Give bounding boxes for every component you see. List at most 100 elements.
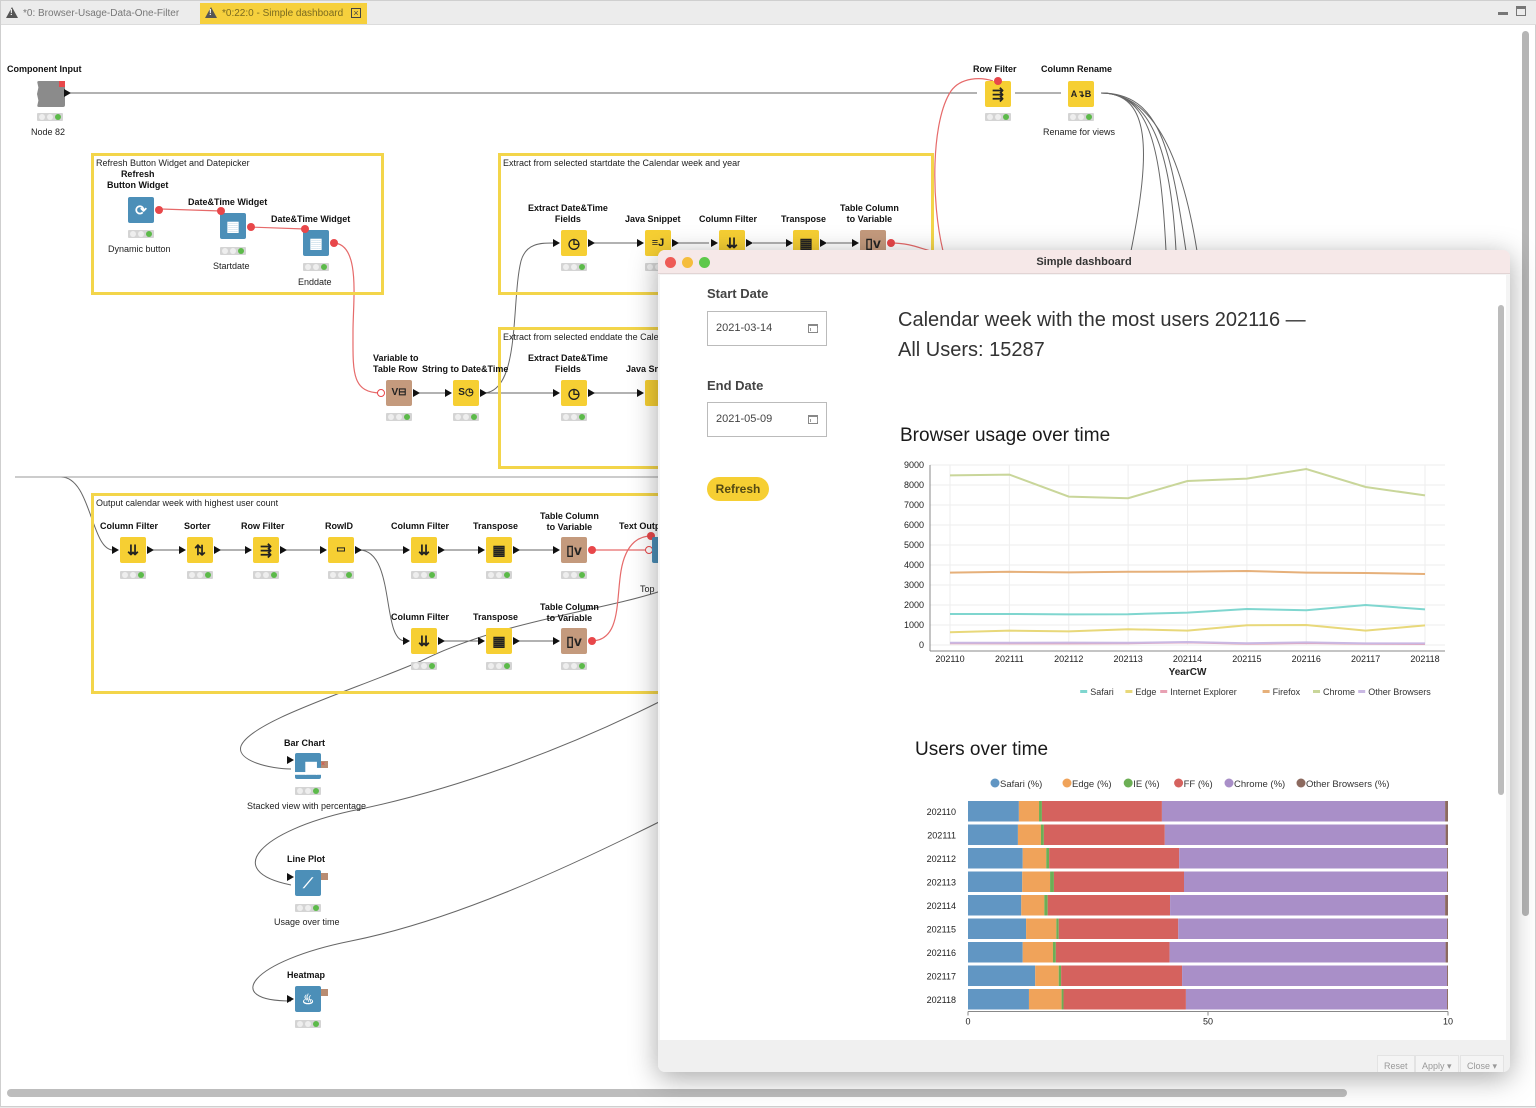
start-date-input[interactable]: 2021-03-14: [707, 311, 827, 346]
close-button[interactable]: Close ▾: [1460, 1055, 1505, 1072]
input-port[interactable]: [112, 546, 119, 554]
input-port[interactable]: [637, 239, 644, 247]
variable-port[interactable]: [994, 77, 1002, 85]
calendar-icon[interactable]: [808, 415, 818, 424]
input-port[interactable]: [478, 637, 485, 645]
output-port[interactable]: [438, 546, 445, 554]
node-bar-chart[interactable]: ▁▆▃: [295, 753, 328, 779]
node-java-snippet-2[interactable]: [645, 380, 659, 406]
variable-port[interactable]: [887, 239, 895, 247]
node-label: Column Filter: [100, 521, 158, 531]
variable-port[interactable]: [330, 239, 338, 247]
node-table-column-to-variable-2[interactable]: ▯v: [561, 537, 587, 563]
input-port[interactable]: [553, 637, 560, 645]
node-row-filter-2[interactable]: ⇶: [253, 537, 279, 563]
bar-chart-icon: ▁▆▃: [295, 758, 328, 774]
tab-simple-dashboard[interactable]: *0:22:0 - Simple dashboard ×: [200, 3, 367, 24]
dashboard-scrollbar[interactable]: [1498, 305, 1504, 795]
legend-label: Chrome: [1323, 687, 1355, 697]
output-port[interactable]: [588, 389, 595, 397]
variable-port[interactable]: [301, 225, 309, 233]
close-tab-icon[interactable]: ×: [350, 8, 361, 19]
node-component-input[interactable]: [37, 81, 65, 107]
output-port[interactable]: [588, 239, 595, 247]
output-port[interactable]: [513, 546, 520, 554]
calendar-icon[interactable]: [808, 324, 818, 333]
legend-swatch: [1160, 690, 1168, 693]
apply-button[interactable]: Apply ▾: [1415, 1055, 1459, 1072]
output-port[interactable]: [214, 546, 221, 554]
input-port[interactable]: [553, 389, 560, 397]
x-tick-label: 202116: [1292, 654, 1321, 664]
node-column-filter-2[interactable]: ⇊: [120, 537, 146, 563]
input-port[interactable]: [320, 546, 327, 554]
reset-button[interactable]: Reset: [1377, 1055, 1415, 1072]
variable-port[interactable]: [155, 206, 163, 214]
output-port[interactable]: [64, 89, 71, 97]
node-column-filter-4[interactable]: ⇊: [411, 628, 437, 654]
output-port[interactable]: [438, 637, 445, 645]
node-column-rename[interactable]: A↴B: [1068, 81, 1094, 107]
output-port[interactable]: [413, 389, 420, 397]
input-port[interactable]: [553, 239, 560, 247]
input-port[interactable]: [287, 873, 294, 881]
input-port[interactable]: [711, 239, 718, 247]
minimize-icon[interactable]: ▬: [1498, 7, 1508, 18]
maximize-icon[interactable]: [1516, 6, 1526, 16]
input-port[interactable]: [403, 637, 410, 645]
input-port[interactable]: [637, 389, 644, 397]
output-port[interactable]: [147, 546, 154, 554]
bar-segment: [968, 965, 1036, 986]
node-datetime-widget-end[interactable]: ▦: [303, 230, 329, 256]
input-port[interactable]: [403, 546, 410, 554]
refresh-button[interactable]: Refresh: [707, 477, 769, 501]
vertical-scrollbar[interactable]: [1522, 31, 1529, 916]
node-datetime-widget-start[interactable]: ▦: [220, 213, 246, 239]
node-caption: Top: [640, 584, 655, 594]
variable-port[interactable]: [217, 207, 225, 215]
end-date-input[interactable]: 2021-05-09: [707, 402, 827, 437]
tab-browser-usage[interactable]: *0: Browser-Usage-Data-One-Filter: [1, 3, 185, 24]
input-port[interactable]: [287, 756, 294, 764]
output-port[interactable]: [746, 239, 753, 247]
output-port[interactable]: [820, 239, 827, 247]
node-transpose-2[interactable]: ▦: [486, 537, 512, 563]
users-over-time-bar-chart: Safari (%) Edge (%) IE (%) FF (%) Chrome (%)…: [927, 778, 1453, 1027]
x-axis-label: YearCW: [1169, 667, 1207, 678]
node-table-column-to-variable-3[interactable]: ▯v: [561, 628, 587, 654]
input-port[interactable]: [852, 239, 859, 247]
node-line-plot[interactable]: ⟋: [295, 870, 321, 896]
horizontal-scrollbar[interactable]: [7, 1089, 1347, 1097]
node-variable-to-table-row[interactable]: V⊟: [386, 380, 412, 406]
input-port[interactable]: [478, 546, 485, 554]
node-refresh-button-widget[interactable]: ⟳: [128, 197, 154, 223]
input-port[interactable]: [553, 546, 560, 554]
variable-port[interactable]: [588, 546, 596, 554]
node-extract-datetime-fields-2[interactable]: ◷: [561, 380, 587, 406]
node-transpose-3[interactable]: ▦: [486, 628, 512, 654]
input-port[interactable]: [179, 546, 186, 554]
image-port[interactable]: ×: [321, 761, 328, 768]
node-string-to-datetime[interactable]: S◷: [453, 380, 479, 406]
node-status: [253, 571, 279, 579]
input-port[interactable]: [287, 995, 294, 1003]
image-port[interactable]: [321, 989, 328, 996]
input-port[interactable]: [245, 546, 252, 554]
variable-port[interactable]: [588, 637, 596, 645]
input-port[interactable]: [445, 389, 452, 397]
image-port[interactable]: [321, 873, 328, 880]
node-sorter[interactable]: ⇅: [187, 537, 213, 563]
node-rowid[interactable]: ▭: [328, 537, 354, 563]
variable-port[interactable]: [247, 223, 255, 231]
output-port[interactable]: [513, 637, 520, 645]
node-extract-datetime-fields[interactable]: ◷: [561, 230, 587, 256]
output-port[interactable]: [355, 546, 362, 554]
node-heatmap[interactable]: ♨: [295, 986, 321, 1012]
output-port[interactable]: [672, 239, 679, 247]
node-column-filter-3[interactable]: ⇊: [411, 537, 437, 563]
input-port[interactable]: [786, 239, 793, 247]
variable-port[interactable]: [377, 389, 385, 397]
node-label: Row Filter: [973, 64, 1017, 74]
output-port[interactable]: [480, 389, 487, 397]
output-port[interactable]: [280, 546, 287, 554]
